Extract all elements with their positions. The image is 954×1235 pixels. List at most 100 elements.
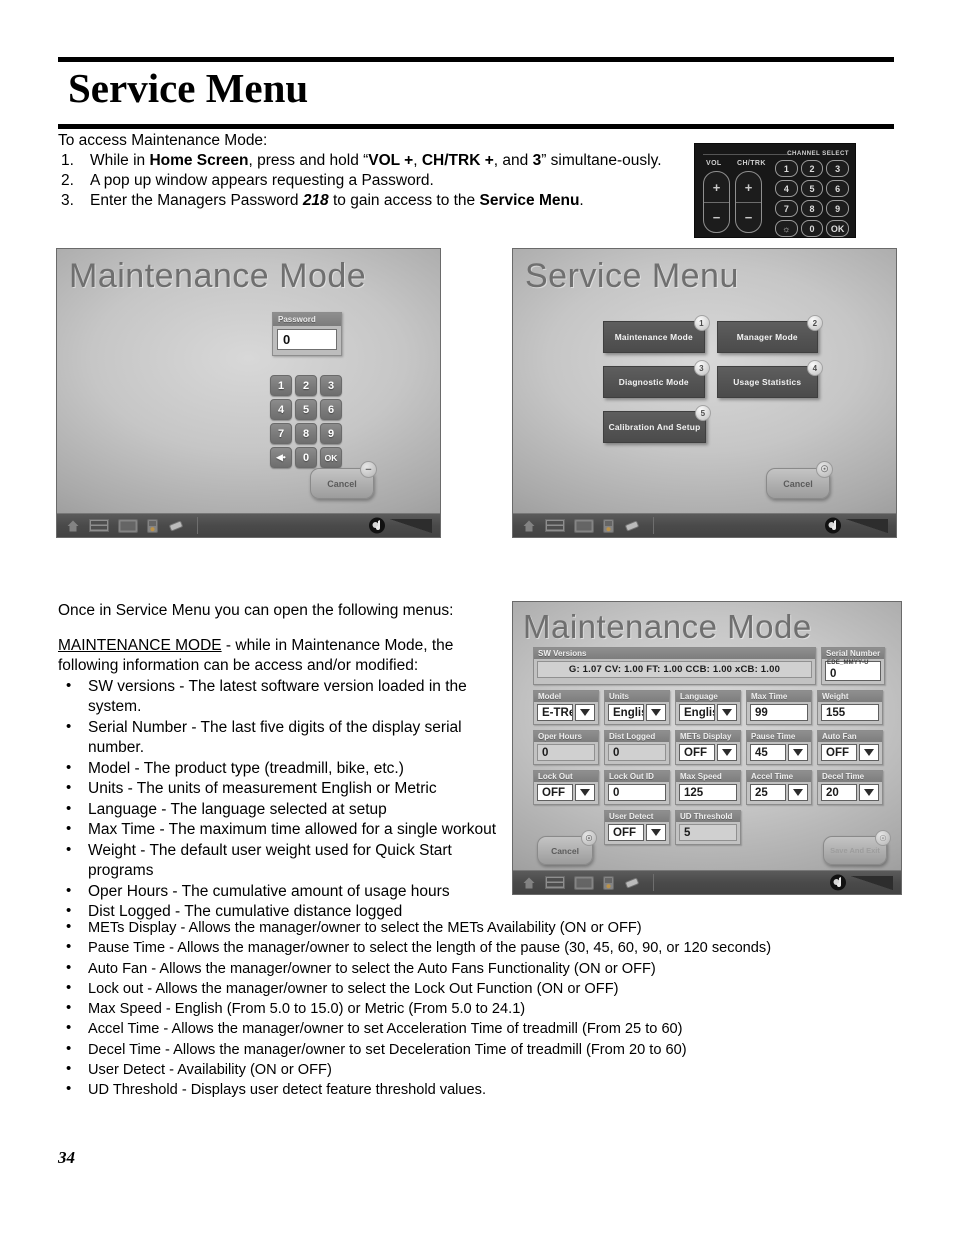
maintenance-field-value[interactable]: 155 bbox=[821, 704, 879, 721]
service-menu-row: Calibration And Setup 5 bbox=[603, 405, 818, 443]
maintenance-field-value[interactable]: 125 bbox=[679, 784, 737, 801]
maintenance-field-value[interactable]: English bbox=[608, 704, 644, 721]
console-key[interactable]: 4 bbox=[775, 180, 798, 197]
service-menu-button[interactable]: Usage Statistics 4 bbox=[716, 360, 823, 398]
console-key[interactable]: ☼ bbox=[775, 220, 798, 237]
keypad-key[interactable]: 7 bbox=[270, 423, 292, 444]
maintenance-field-label: Units bbox=[605, 691, 669, 702]
taskbar-volume-area bbox=[368, 516, 432, 535]
maintenance-field-value[interactable]: 99 bbox=[750, 704, 808, 721]
keypad-key[interactable]: 9 bbox=[320, 423, 342, 444]
minimize-badge-icon[interactable]: − bbox=[360, 461, 377, 478]
console-key[interactable]: 8 bbox=[800, 200, 824, 217]
maintenance-field-value[interactable]: 20 bbox=[821, 784, 857, 801]
keypad-key[interactable]: 0 bbox=[295, 447, 317, 468]
chevron-down-icon[interactable] bbox=[788, 784, 808, 801]
usb-drive-icon[interactable] bbox=[623, 519, 641, 533]
maintenance-field-value[interactable]: OFF bbox=[608, 824, 644, 841]
home-icon[interactable] bbox=[66, 519, 80, 533]
volume-level-indicator[interactable] bbox=[846, 518, 888, 533]
media-player-icon[interactable] bbox=[603, 875, 614, 890]
screen-icon[interactable] bbox=[118, 518, 138, 533]
service-menu-button[interactable]: Manager Mode 2 bbox=[716, 315, 823, 353]
keypad-key[interactable]: 5 bbox=[295, 399, 317, 420]
vol-plus-icon: + bbox=[704, 172, 729, 203]
console-key[interactable]: 3 bbox=[826, 160, 850, 177]
keypad-key[interactable]: 3 bbox=[320, 375, 342, 396]
help-badge-icon[interactable]: ☉ bbox=[816, 461, 833, 478]
console-key[interactable]: 1 bbox=[775, 160, 798, 177]
console-key[interactable]: 9 bbox=[826, 200, 850, 217]
console-key[interactable]: OK bbox=[826, 220, 850, 237]
console-key[interactable]: 0 bbox=[800, 220, 824, 237]
taskbar bbox=[57, 513, 440, 537]
service-menu-button-label: Maintenance Mode bbox=[614, 332, 693, 342]
chevron-down-icon[interactable] bbox=[717, 744, 737, 761]
screenshot-maintenance-mode-detail: Maintenance Mode SW Versions G: 1.07 CV:… bbox=[512, 601, 902, 895]
maintenance-field-value[interactable]: OFF bbox=[537, 784, 573, 801]
maintenance-field-value[interactable]: English bbox=[679, 704, 715, 721]
keyboard-icon[interactable] bbox=[89, 519, 109, 532]
taskbar-icons bbox=[513, 518, 641, 533]
chevron-down-icon[interactable] bbox=[646, 704, 666, 721]
maintenance-field-value[interactable]: 45 bbox=[750, 744, 786, 761]
console-key[interactable]: 7 bbox=[775, 200, 798, 217]
chevron-down-icon[interactable] bbox=[575, 704, 595, 721]
bullet-item: Pause Time - Allows the manager/owner to… bbox=[58, 937, 948, 958]
chevron-down-icon[interactable] bbox=[646, 824, 666, 841]
maintenance-field-value[interactable]: E-TRe bbox=[537, 704, 573, 721]
step-text-run: A pop up window appears requesting a Pas… bbox=[90, 172, 434, 189]
screen-icon[interactable] bbox=[574, 875, 594, 890]
serial-number-label: Serial Number bbox=[822, 648, 884, 659]
headphone-icon[interactable] bbox=[824, 516, 844, 535]
section-paragraph: MAINTENANCE MODE - while in Maintenance … bbox=[58, 636, 503, 677]
chevron-down-icon[interactable] bbox=[717, 704, 737, 721]
maintenance-field-label: Max Time bbox=[747, 691, 811, 702]
maintenance-field-value[interactable]: OFF bbox=[821, 744, 857, 761]
console-key[interactable]: 6 bbox=[826, 180, 850, 197]
usb-drive-icon[interactable] bbox=[623, 876, 641, 890]
screen-icon[interactable] bbox=[574, 518, 594, 533]
service-menu-button[interactable]: Diagnostic Mode 3 bbox=[603, 360, 710, 398]
chevron-down-icon[interactable] bbox=[859, 784, 879, 801]
keyboard-icon[interactable] bbox=[545, 876, 565, 889]
media-player-icon[interactable] bbox=[147, 518, 158, 533]
headphone-icon[interactable] bbox=[829, 873, 849, 892]
maintenance-field-value[interactable]: 25 bbox=[750, 784, 786, 801]
media-player-icon[interactable] bbox=[603, 518, 614, 533]
maintenance-field-body: 155 bbox=[818, 702, 882, 724]
keypad-key[interactable]: 8 bbox=[295, 423, 317, 444]
help-badge-icon[interactable]: ☉ bbox=[581, 830, 597, 846]
maintenance-field-label: Model bbox=[534, 691, 598, 702]
keypad-key[interactable]: ◀• bbox=[270, 447, 292, 468]
password-input[interactable]: 0 bbox=[277, 329, 337, 350]
volume-level-indicator[interactable] bbox=[851, 875, 893, 890]
console-key[interactable]: 5 bbox=[800, 180, 824, 197]
maintenance-fields-panel: SW Versions G: 1.07 CV: 1.00 FT: 1.00 CC… bbox=[533, 647, 885, 850]
keypad-key[interactable]: 1 bbox=[270, 375, 292, 396]
keypad-key[interactable]: OK bbox=[320, 447, 342, 468]
console-key[interactable]: 2 bbox=[800, 160, 824, 177]
service-menu-button[interactable]: Maintenance Mode 1 bbox=[603, 315, 710, 353]
keyboard-icon[interactable] bbox=[545, 519, 565, 532]
chevron-down-icon[interactable] bbox=[859, 744, 879, 761]
taskbar-volume-area bbox=[824, 516, 888, 535]
bullet-item: Units - The units of measurement English… bbox=[58, 778, 503, 800]
chevron-down-icon[interactable] bbox=[788, 744, 808, 761]
maintenance-field-value[interactable]: OFF bbox=[679, 744, 715, 761]
maintenance-field-label: User Detect bbox=[605, 811, 669, 822]
keypad-key[interactable]: 2 bbox=[295, 375, 317, 396]
chevron-down-icon[interactable] bbox=[575, 784, 595, 801]
section-heading: MAINTENANCE MODE bbox=[58, 636, 222, 654]
home-icon[interactable] bbox=[522, 519, 536, 533]
volume-level-indicator[interactable] bbox=[390, 518, 432, 533]
headphone-icon[interactable] bbox=[368, 516, 388, 535]
service-menu-button[interactable]: Calibration And Setup 5 bbox=[603, 405, 711, 443]
maintenance-field-value[interactable]: 0 bbox=[608, 784, 666, 801]
usb-drive-icon[interactable] bbox=[167, 519, 185, 533]
save-badge-icon[interactable]: ☉ bbox=[875, 830, 891, 846]
home-icon[interactable] bbox=[522, 876, 536, 890]
keypad-key[interactable]: 6 bbox=[320, 399, 342, 420]
keypad-key[interactable]: 4 bbox=[270, 399, 292, 420]
